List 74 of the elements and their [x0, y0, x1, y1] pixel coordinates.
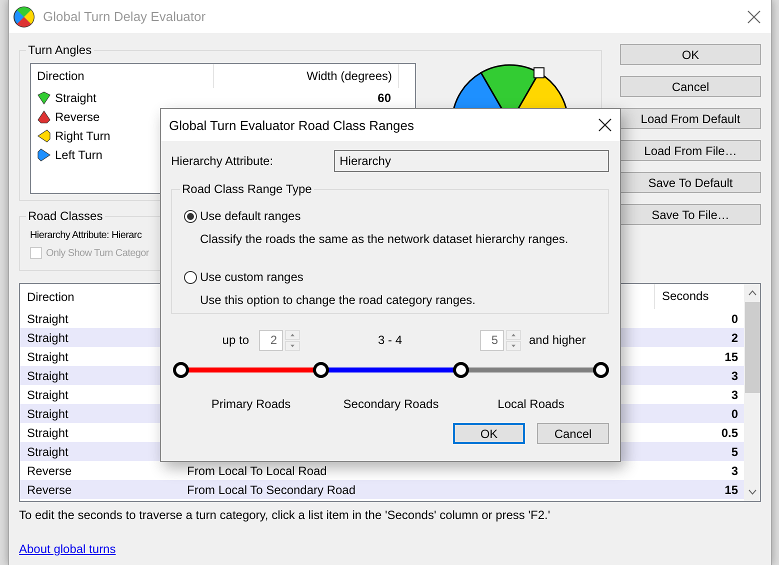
- segment-label: Primary Roads: [210, 397, 292, 411]
- radio-button[interactable]: [184, 210, 197, 222]
- dialog-button[interactable]: Cancel: [620, 76, 761, 97]
- window-title: Global Turn Delay Evaluator: [43, 9, 207, 24]
- range-label: 3 - 4: [376, 333, 403, 347]
- hint-text: To edit the seconds to traverse a turn category, click a list item in the 'Seconds' column or press 'F2.': [19, 508, 552, 522]
- scrollbar[interactable]: [744, 284, 760, 501]
- seconds-cell[interactable]: 3: [654, 368, 744, 382]
- table-cell-text: Straight: [26, 406, 70, 420]
- range-handle[interactable]: [173, 362, 189, 378]
- radio-label[interactable]: Use custom ranges: [200, 270, 304, 284]
- seconds-cell[interactable]: 0.5: [654, 426, 744, 440]
- table-cell-text: Reverse: [26, 482, 73, 496]
- seconds-cell[interactable]: 15: [654, 350, 744, 364]
- radio-button[interactable]: [184, 270, 197, 284]
- list-item[interactable]: Left Turn: [55, 148, 102, 162]
- table-cell-text: From Local To Local Road: [186, 464, 328, 478]
- table-cell-text: Straight: [26, 444, 70, 458]
- close-icon[interactable]: [598, 118, 612, 132]
- spin-field[interactable]: 2: [259, 330, 283, 350]
- seconds-cell[interactable]: 0: [654, 406, 744, 420]
- table-cell-text: Straight: [26, 368, 70, 382]
- range-handle[interactable]: [313, 362, 329, 378]
- column-header[interactable]: Direction: [20, 290, 74, 304]
- seconds-cell[interactable]: 3: [654, 464, 744, 478]
- table-cell-text: Straight: [26, 388, 70, 402]
- range-label: up to: [221, 333, 249, 347]
- app-icon: [13, 6, 35, 28]
- field-label: Hierarchy Attribute:: [171, 154, 274, 168]
- hierarchy-field[interactable]: Hierarchy: [334, 150, 609, 172]
- segment-label: Secondary Roads: [342, 397, 440, 411]
- table-cell-text: Straight: [26, 330, 70, 344]
- table-cell-text: From Local To Secondary Road: [186, 482, 357, 496]
- range-handle[interactable]: [593, 362, 609, 378]
- range-handle[interactable]: [453, 362, 469, 378]
- seconds-cell[interactable]: 15: [654, 482, 744, 496]
- group-title: Road Class Range Type: [181, 182, 313, 196]
- list-item[interactable]: Right Turn: [55, 128, 110, 142]
- about-link[interactable]: About global turns: [19, 542, 116, 556]
- column-header[interactable]: Width (degrees): [214, 64, 399, 88]
- dialog-button[interactable]: OK: [620, 44, 761, 65]
- seconds-cell[interactable]: 0: [654, 312, 744, 326]
- dialog-button[interactable]: Load From Default: [620, 108, 761, 129]
- table-cell-text: Straight: [26, 312, 70, 326]
- radio-label[interactable]: Use default ranges: [200, 209, 301, 223]
- hierarchy-label: Hierarchy Attribute: Hierarc: [30, 230, 142, 241]
- dialog-button[interactable]: Cancel: [537, 423, 609, 444]
- seconds-cell[interactable]: 3: [654, 388, 744, 402]
- scroll-thumb[interactable]: [744, 302, 760, 393]
- option-description: Classify the roads the same as the network dataset hierarchy ranges.: [200, 232, 570, 246]
- dialog-title: Global Turn Evaluator Road Class Ranges: [169, 118, 415, 132]
- option-description: Use this option to change the road category ranges.: [200, 293, 477, 307]
- segment-label: Local Roads: [496, 397, 566, 411]
- table-cell-text: Straight: [26, 350, 70, 364]
- scroll-down-icon[interactable]: [748, 489, 756, 495]
- range-label: and higher: [529, 333, 586, 347]
- seconds-cell[interactable]: 5: [654, 444, 744, 458]
- spin-field[interactable]: 5: [480, 330, 504, 350]
- table-cell-text: Straight: [26, 426, 70, 440]
- dialog-button[interactable]: Save To File…: [620, 204, 761, 225]
- scroll-up-icon[interactable]: [748, 290, 756, 296]
- dialog-button[interactable]: Load From File…: [620, 140, 761, 161]
- dialog-button[interactable]: Save To Default: [620, 172, 761, 193]
- table-cell-text: Reverse: [26, 464, 73, 478]
- width-value: 60: [376, 90, 392, 104]
- group-title: Turn Angles: [27, 43, 93, 57]
- column-header[interactable]: Seconds: [654, 284, 715, 309]
- seconds-cell[interactable]: 2: [654, 330, 744, 344]
- checkbox-label: Only Show Turn Categor: [46, 248, 149, 258]
- list-item[interactable]: Reverse: [55, 110, 100, 124]
- column-header[interactable]: Direction: [31, 64, 214, 88]
- list-item[interactable]: Straight: [55, 90, 96, 104]
- group-title: Road Classes: [27, 209, 104, 223]
- dialog-button[interactable]: OK: [453, 423, 525, 444]
